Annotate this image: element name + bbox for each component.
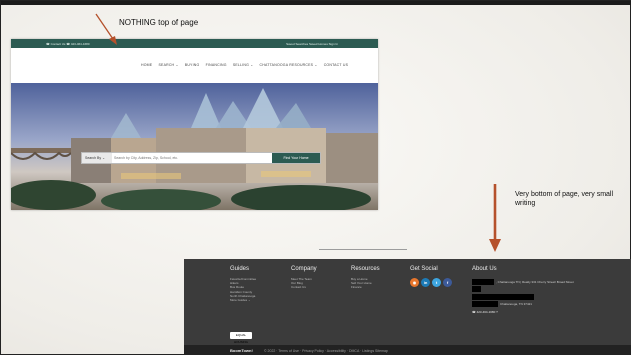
redacted-block [472, 294, 534, 300]
nav-financing[interactable]: FINANCING [206, 63, 227, 67]
main-nav: HOME SEARCH ⌄ BUYING FINANCING SELLING ⌄… [11, 48, 378, 83]
nav-contact-us[interactable]: CONTACT US [324, 63, 348, 67]
find-home-button[interactable]: Find Your Home [272, 153, 320, 163]
slide-top-border [1, 1, 631, 5]
company-heading: Company [291, 266, 317, 272]
redacted-block [472, 286, 481, 292]
search-input[interactable] [114, 153, 264, 163]
twitter-icon[interactable]: t [432, 278, 441, 287]
resources-heading: Resources [351, 266, 380, 272]
nav-selling[interactable]: SELLING ⌄ [233, 63, 254, 67]
city-skyline-illustration [11, 83, 378, 210]
divider-line [319, 249, 407, 250]
top-annotation: NOTHING top of page [119, 18, 199, 27]
nav-home[interactable]: HOME [141, 63, 152, 67]
footer-screenshot: Guides Favorite/Committee Hikers Bus Rou… [184, 259, 631, 355]
bottom-annotation: Very bottom of page, very small writing [515, 191, 614, 207]
about-address-line: , Chattanooga TN | Realty 331 Cherry Str… [496, 280, 574, 284]
redacted-block [472, 279, 494, 285]
boomtown-logo: BoomTown! [230, 348, 253, 353]
guides-link[interactable]: More Guides ⌄ [230, 298, 256, 302]
redacted-block [472, 301, 498, 307]
nav-buying[interactable]: BUYING [185, 63, 200, 67]
footer-company-column: Company Meet The Team Our Blog Contact U… [291, 266, 317, 290]
footer-about-column: About Us [472, 266, 497, 272]
property-search-bar: Search By ⌄ Find Your Home [81, 152, 321, 164]
company-links: Meet The Team Our Blog Contact Us [291, 277, 317, 290]
social-icons: ◉ in t f [410, 278, 452, 287]
about-heading: About Us [472, 266, 497, 272]
about-city-line: Chattanooga, TN 37421 [500, 302, 532, 306]
linkedin-icon[interactable]: in [421, 278, 430, 287]
about-phone[interactable]: ☎ 423-464-1680 ? [472, 310, 498, 314]
legal-links[interactable]: © 2022 · Terms of Use · Privacy Policy ·… [264, 349, 388, 353]
guides-heading: Guides [230, 266, 250, 272]
footer-bottom-bar: BoomTown! © 2022 · Terms of Use · Privac… [184, 345, 631, 355]
footer-guides-column: Guides Favorite/Committee Hikers Bus Rou… [230, 266, 256, 302]
company-link[interactable]: Contact Us [291, 285, 317, 289]
search-type-dropdown[interactable]: Search By ⌄ [82, 153, 112, 163]
resources-links: Buy a Home Sell Your Home Finance [351, 277, 380, 290]
rss-icon[interactable]: ◉ [410, 278, 419, 287]
nav-links: HOME SEARCH ⌄ BUYING FINANCING SELLING ⌄… [141, 63, 353, 67]
homepage-screenshot: ☎ Contact Us ☎ 423-464-1680 Saved Search… [11, 39, 378, 210]
topbar-contact[interactable]: ☎ Contact Us ☎ 423-464-1680 [46, 42, 90, 46]
top-utility-bar: ☎ Contact Us ☎ 423-464-1680 Saved Search… [11, 39, 378, 48]
footer-social-column: Get Social [410, 266, 438, 272]
slide: NOTHING top of page ☎ Contact Us ☎ 423-4… [0, 0, 631, 355]
resources-link[interactable]: Finance [351, 285, 380, 289]
equal-housing-logo: EQUAL HOUSING [230, 332, 252, 344]
topbar-account-links[interactable]: Saved Searches Saved Homes Sign In [286, 42, 338, 46]
guides-links: Favorite/Committee Hikers Bus Route Hami… [230, 277, 256, 302]
bottom-arrow [489, 184, 501, 252]
nav-search[interactable]: SEARCH ⌄ [159, 63, 179, 67]
nav-chattanooga-resources[interactable]: CHATTANOOGA RESOURCES ⌄ [260, 63, 318, 67]
facebook-icon[interactable]: f [443, 278, 452, 287]
footer-resources-column: Resources Buy a Home Sell Your Home Fina… [351, 266, 380, 290]
social-heading: Get Social [410, 266, 438, 272]
hero-image: Search By ⌄ Find Your Home [11, 83, 378, 210]
